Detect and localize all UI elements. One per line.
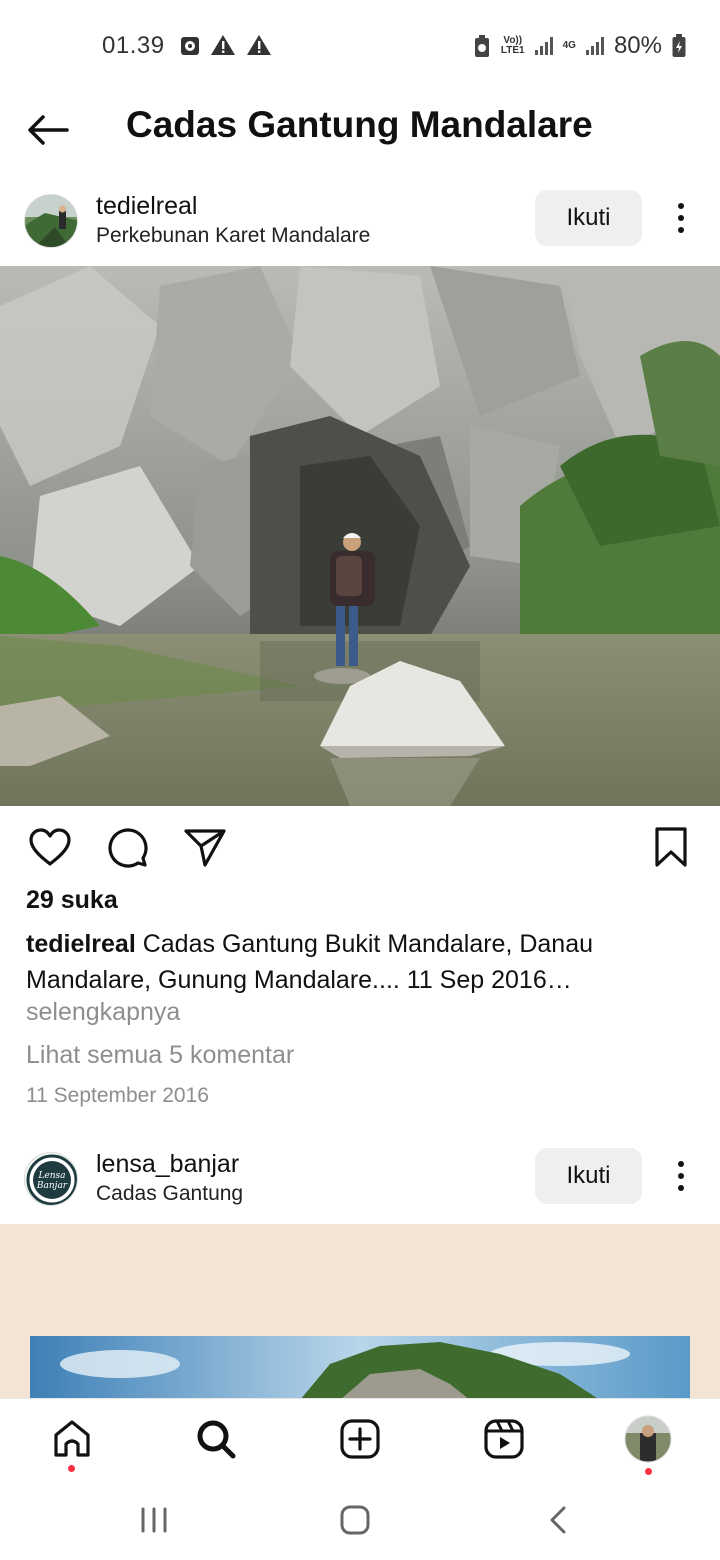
profile-avatar <box>624 1415 672 1463</box>
nav-profile[interactable] <box>620 1411 676 1467</box>
avatar[interactable] <box>24 194 78 248</box>
reels-icon <box>484 1419 524 1459</box>
nav-search[interactable] <box>188 1411 244 1467</box>
post-photo-image <box>0 1224 720 1400</box>
post-location[interactable]: Perkebunan Karet Mandalare <box>96 224 370 248</box>
post-date: 11 September 2016 <box>26 1084 209 1107</box>
status-bar: 01.39 Vo)) LTE1 4G 80% <box>0 0 720 92</box>
nav-create[interactable] <box>332 1411 388 1467</box>
back-button[interactable] <box>22 108 74 152</box>
dot <box>678 1173 684 1179</box>
post-photo[interactable] <box>0 266 720 806</box>
dot <box>678 227 684 233</box>
comment-icon <box>108 828 148 868</box>
battery-percent: 80% <box>613 32 662 59</box>
send-icon <box>184 829 226 867</box>
avatar-logo-text: Banjar <box>36 1181 68 1191</box>
post-username[interactable]: lensa_banjar <box>96 1150 239 1179</box>
post-header: tedielreal Perkebunan Karet Mandalare Ik… <box>0 186 720 262</box>
share-button[interactable] <box>180 822 230 872</box>
signal-icon <box>534 37 553 55</box>
status-system-icons: Vo)) LTE1 4G 80% <box>473 32 686 60</box>
more-options-button[interactable] <box>664 1156 698 1196</box>
battery-saver-icon <box>474 35 489 57</box>
back-system-button[interactable] <box>536 1498 580 1542</box>
status-notification-icons <box>180 34 272 56</box>
post-username[interactable]: tedielreal <box>96 192 197 221</box>
more-link[interactable]: selengkapnya <box>26 998 180 1027</box>
post-header: Lensa Banjar lensa_banjar Cadas Gantung … <box>0 1144 720 1220</box>
follow-button[interactable]: Ikuti <box>535 1148 642 1204</box>
bottom-nav <box>0 1398 720 1480</box>
dot <box>678 203 684 209</box>
notification-dot <box>68 1465 75 1472</box>
more-options-button[interactable] <box>664 198 698 238</box>
caption-username[interactable]: tedielreal <box>26 930 136 958</box>
home-system-button[interactable] <box>333 1498 377 1542</box>
warning-icon <box>211 35 235 55</box>
create-icon <box>340 1419 380 1459</box>
view-comments-link[interactable]: Lihat semua 5 komentar <box>26 1041 294 1070</box>
nav-home[interactable] <box>44 1411 100 1467</box>
post-photo[interactable] <box>0 1224 720 1400</box>
recents-button[interactable] <box>132 1498 176 1542</box>
top-header: Cadas Gantung Mandalare <box>0 92 720 172</box>
status-time: 01.39 <box>102 32 165 59</box>
home-square-icon <box>340 1505 370 1535</box>
avatar-image <box>25 195 77 247</box>
search-icon <box>197 1420 236 1459</box>
battery-icon <box>672 34 686 57</box>
alarm-icon <box>181 37 199 55</box>
arrow-left-icon <box>28 115 69 145</box>
like-button[interactable] <box>25 822 75 872</box>
volte-label: Vo)) LTE1 <box>500 35 525 56</box>
page-title: Cadas Gantung Mandalare <box>126 104 593 145</box>
system-navigation <box>0 1480 720 1560</box>
save-button[interactable] <box>646 822 696 872</box>
comment-button[interactable] <box>102 822 152 872</box>
home-icon <box>54 1420 90 1457</box>
dot <box>678 1185 684 1191</box>
heart-icon <box>29 828 71 866</box>
post-actions <box>0 822 720 872</box>
avatar-image: Lensa Banjar <box>26 1154 77 1205</box>
dot <box>678 1161 684 1167</box>
post-location[interactable]: Cadas Gantung <box>96 1182 243 1206</box>
bookmark-icon <box>655 827 687 867</box>
signal-icon <box>585 37 604 55</box>
chevron-left-icon <box>550 1506 566 1534</box>
notification-dot <box>645 1468 652 1475</box>
dot <box>678 215 684 221</box>
likes-count[interactable]: 29 suka <box>26 886 118 915</box>
follow-button[interactable]: Ikuti <box>535 190 642 246</box>
avatar-logo-text: Lensa <box>37 1171 65 1181</box>
post-photo-image <box>0 266 720 806</box>
nav-reels[interactable] <box>476 1411 532 1467</box>
network-4g-label: 4G <box>562 40 576 51</box>
avatar[interactable]: Lensa Banjar <box>24 1152 78 1206</box>
recents-icon <box>141 1507 167 1533</box>
post-caption: tedielreal Cadas Gantung Bukit Mandalare… <box>26 926 686 998</box>
warning-icon <box>247 35 271 55</box>
